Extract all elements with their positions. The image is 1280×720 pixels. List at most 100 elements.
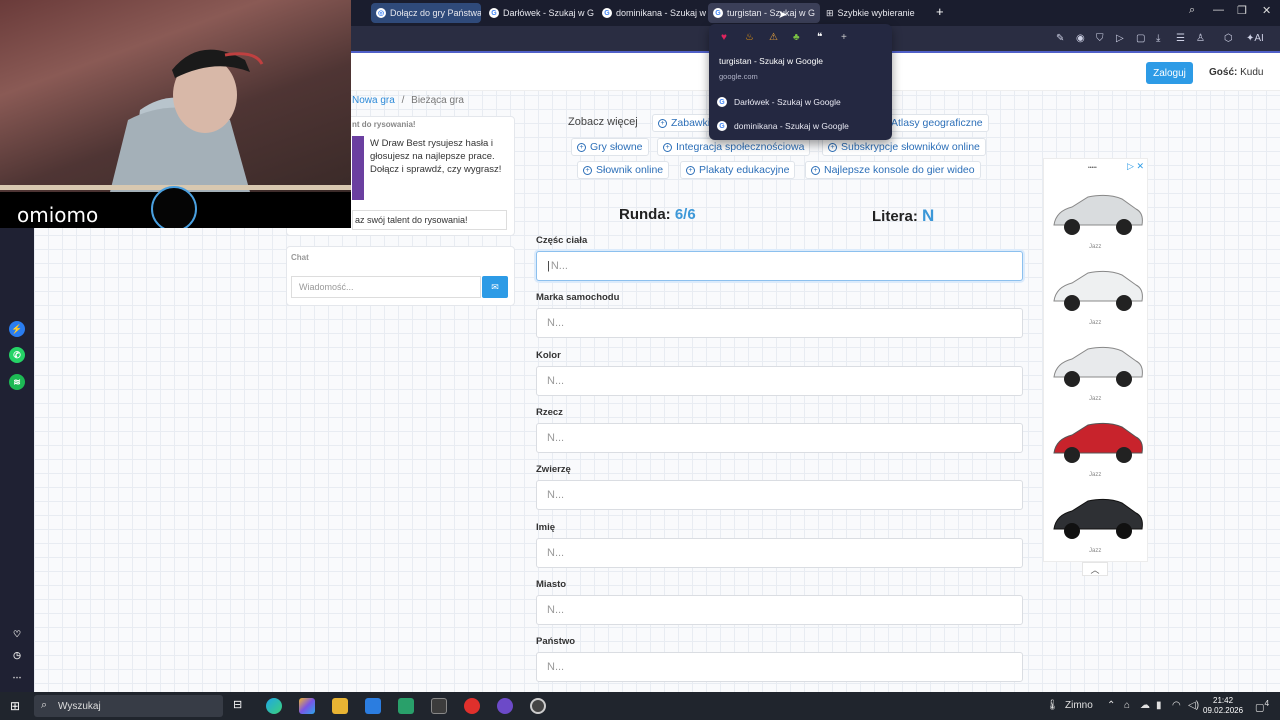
tag-link[interactable]: + Słownik online bbox=[577, 161, 670, 179]
warning-icon[interactable]: ⚠ bbox=[769, 32, 778, 43]
promo-image bbox=[352, 136, 364, 200]
whatsapp-icon[interactable]: ✆ bbox=[9, 347, 25, 363]
tab-dominikana[interactable]: G dominikana - Szukaj w Go bbox=[597, 3, 707, 23]
battery-icon[interactable]: ▮ bbox=[1156, 700, 1162, 711]
search-tabs-icon[interactable]: ⌕ bbox=[1189, 4, 1195, 17]
tag-link[interactable]: + Integracja społecznościowa bbox=[657, 138, 811, 156]
copilot-icon[interactable] bbox=[299, 698, 315, 714]
letter-label: Litera: bbox=[872, 208, 918, 225]
extension-icon[interactable]: ⬡ bbox=[1224, 33, 1233, 44]
obs-icon[interactable] bbox=[530, 698, 546, 714]
tag-link[interactable]: + Gry słowne bbox=[571, 138, 649, 156]
animal-input[interactable]: N... bbox=[536, 480, 1023, 510]
network-icon[interactable]: ⌂ bbox=[1124, 700, 1130, 711]
ad-caption: Jazz bbox=[1089, 320, 1102, 326]
taskbar-search[interactable]: ⌕ Wyszukaj bbox=[34, 695, 223, 717]
field-label-city: Miasto bbox=[536, 579, 567, 590]
placeholder: N... bbox=[550, 260, 568, 272]
guest-name: Kudu bbox=[1240, 67, 1264, 78]
spotify-icon[interactable]: ≋ bbox=[9, 374, 25, 390]
quote-icon[interactable]: ❝ bbox=[817, 32, 822, 43]
car-brand-input[interactable]: N... bbox=[536, 308, 1023, 338]
heart-icon[interactable]: ♥ bbox=[721, 32, 727, 43]
tab-darlowek[interactable]: G Darłówek - Szukaj w Goo bbox=[484, 3, 594, 23]
tag-label: Gry słowne bbox=[590, 141, 643, 153]
see-more-label: Zobacz więcej bbox=[568, 116, 638, 128]
maximize-icon[interactable]: ❐ bbox=[1237, 4, 1247, 17]
new-tab-button[interactable]: + bbox=[936, 4, 944, 19]
minimize-icon[interactable]: — bbox=[1213, 4, 1224, 16]
file-explorer-icon[interactable] bbox=[332, 698, 348, 714]
volume-icon[interactable]: ◁) bbox=[1188, 700, 1199, 711]
fire-icon[interactable]: ♨ bbox=[745, 32, 754, 43]
shield-icon[interactable]: ⛉ bbox=[1096, 33, 1104, 44]
guest-indicator: Gość: Kudu bbox=[1209, 67, 1263, 78]
chat-message-input[interactable]: Wiadomość... bbox=[291, 276, 481, 298]
system-clock[interactable]: 21:42 09.02.2026 bbox=[1203, 696, 1243, 716]
tag-label: Atlasy geograficzne bbox=[891, 117, 983, 129]
google-favicon-icon: G bbox=[713, 8, 723, 18]
ad-close-icon[interactable]: ▷ ✕ bbox=[1127, 161, 1144, 172]
body-part-input[interactable]: | N... bbox=[536, 251, 1023, 281]
name-input[interactable]: N... bbox=[536, 538, 1023, 568]
car-advertisement[interactable]: ••••• ▷ ✕ Jazz Jazz Jazz Jazz Jazz bbox=[1043, 158, 1148, 562]
profile-icon[interactable]: ♙ bbox=[1196, 33, 1205, 44]
edge-icon[interactable] bbox=[266, 698, 282, 714]
messenger-icon[interactable]: ⚡ bbox=[9, 321, 25, 337]
tag-link[interactable]: + Subskrypcje słowników online bbox=[822, 138, 986, 156]
chevron-up-icon[interactable]: ⌃ bbox=[1107, 700, 1115, 711]
dropdown-item[interactable]: G dominikana - Szukaj w Google bbox=[717, 121, 849, 131]
edit-icon[interactable]: ✎ bbox=[1056, 33, 1064, 44]
ad-caption: Jazz bbox=[1089, 396, 1102, 402]
heart-icon[interactable]: ♡ bbox=[9, 626, 25, 642]
plus-circle-icon: + bbox=[811, 165, 820, 175]
field-label-car-brand: Marka samochodu bbox=[536, 292, 620, 303]
close-window-icon[interactable]: ✕ bbox=[1262, 4, 1271, 17]
task-view-icon[interactable]: ⊟ bbox=[233, 698, 249, 714]
menu-icon[interactable]: ☰ bbox=[1176, 33, 1185, 44]
thing-input[interactable]: N... bbox=[536, 423, 1023, 453]
tab-turgistan[interactable]: G turgistan - Szukaj w G ✕ bbox=[708, 3, 820, 23]
chat-send-button[interactable]: ✉ bbox=[482, 276, 508, 298]
streamer-name: omiomo bbox=[17, 203, 99, 227]
download-icon[interactable]: ⤓ bbox=[1156, 33, 1160, 44]
discord-icon[interactable] bbox=[497, 698, 513, 714]
tab-draw-game[interactable]: ◎ Dołącz do gry Państwa M bbox=[371, 3, 481, 23]
store-icon[interactable] bbox=[398, 698, 414, 714]
tag-link[interactable]: + Najlepsze konsole do gier wideo bbox=[805, 161, 981, 179]
ad-collapse-button[interactable]: ︿ bbox=[1082, 562, 1108, 576]
tab-label: Dołącz do gry Państwa M bbox=[390, 8, 481, 18]
play-icon[interactable]: ▷ bbox=[1116, 33, 1124, 44]
box-icon[interactable]: ▢ bbox=[1136, 33, 1145, 44]
message-icon: ✉ bbox=[491, 281, 499, 292]
outlook-icon[interactable] bbox=[365, 698, 381, 714]
opera-icon[interactable] bbox=[464, 698, 480, 714]
ai-icon[interactable]: ✦AI bbox=[1246, 33, 1264, 44]
tab-speed-dial[interactable]: ⊞ Szybkie wybieranie bbox=[821, 3, 921, 23]
clock-time: 21:42 bbox=[1213, 696, 1234, 705]
breadcrumb-new-game[interactable]: Nowa gra bbox=[352, 95, 395, 106]
dropdown-item[interactable]: G Darłówek - Szukaj w Google bbox=[717, 97, 841, 107]
tag-link[interactable]: + Plakaty edukacyjne bbox=[680, 161, 796, 179]
tab-label: dominikana - Szukaj w Go bbox=[616, 8, 707, 18]
weather-label[interactable]: Zimno bbox=[1065, 700, 1093, 711]
login-button[interactable]: Zaloguj bbox=[1146, 62, 1193, 84]
more-icon[interactable]: ⋯ bbox=[9, 669, 25, 685]
palm-icon[interactable]: ♣ bbox=[793, 32, 800, 43]
country-input[interactable]: N... bbox=[536, 652, 1023, 682]
cloud-icon[interactable]: ☁ bbox=[1140, 700, 1150, 711]
ad-caption: Jazz bbox=[1089, 244, 1102, 250]
windows-start-icon[interactable]: ⊞ bbox=[10, 699, 20, 713]
minecraft-icon[interactable] bbox=[431, 698, 447, 714]
notification-icon[interactable]: ▢4 bbox=[1255, 698, 1269, 713]
ad-caption: Jazz bbox=[1089, 472, 1102, 478]
city-input[interactable]: N... bbox=[536, 595, 1023, 625]
plus-circle-icon: + bbox=[658, 118, 667, 128]
promo-button[interactable]: az swój talent do rysowania! bbox=[352, 210, 507, 230]
history-icon[interactable]: ◷ bbox=[9, 647, 25, 663]
tag-link[interactable]: + Zabawki bbox=[652, 114, 717, 132]
color-input[interactable]: N... bbox=[536, 366, 1023, 396]
wifi-icon[interactable]: ◠ bbox=[1172, 700, 1181, 711]
add-reaction-icon[interactable]: + bbox=[841, 32, 847, 43]
camera-icon[interactable]: ◉ bbox=[1076, 33, 1085, 44]
